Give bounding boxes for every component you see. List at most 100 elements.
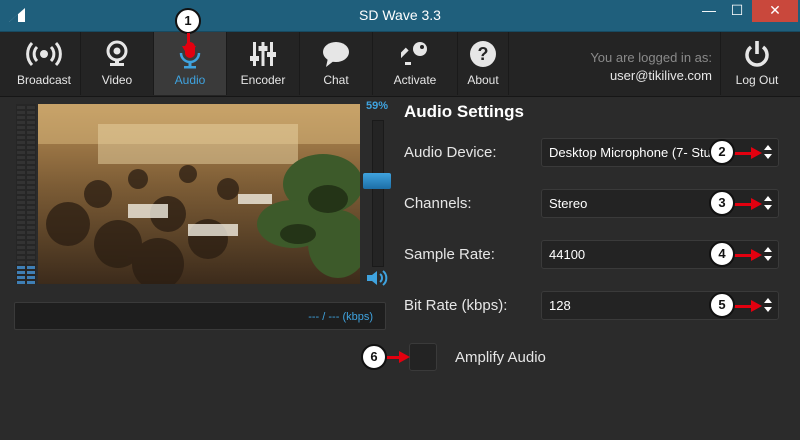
meter-segment	[17, 216, 25, 219]
meter-segment	[27, 146, 35, 149]
speaker-icon[interactable]	[367, 270, 389, 286]
meter-segment	[27, 276, 35, 279]
volume-track[interactable]	[372, 120, 384, 267]
meter-segment	[17, 186, 25, 189]
meter-segment	[17, 271, 25, 274]
broadcast-icon	[26, 41, 62, 67]
spinner-arrows-icon	[764, 196, 772, 210]
meter-segment	[27, 136, 35, 139]
meter-segment	[17, 106, 25, 109]
meter-segment	[27, 206, 35, 209]
close-button[interactable]: ✕	[752, 0, 798, 22]
logout-button[interactable]: Log Out	[720, 32, 793, 95]
meter-segment	[27, 176, 35, 179]
sliders-icon	[250, 42, 276, 66]
tab-encoder[interactable]: Encoder	[227, 32, 300, 95]
callout-6-arrow	[386, 351, 410, 363]
meter-segment	[17, 236, 25, 239]
tab-encoder-label: Encoder	[240, 73, 286, 87]
tab-about-label: About	[467, 73, 499, 87]
preview-image	[38, 104, 360, 284]
callout-1-arrowhead	[182, 46, 196, 58]
meter-segment	[27, 116, 35, 119]
meter-segment	[17, 116, 25, 119]
meter-segment	[17, 201, 25, 204]
maximize-button[interactable]: ☐	[724, 0, 750, 22]
key-icon	[401, 42, 427, 65]
meter-segment	[27, 181, 35, 184]
callout-3: 3	[709, 190, 735, 216]
sample-rate-value: 44100	[549, 247, 586, 262]
meter-segment	[27, 151, 35, 154]
tab-activate-label: Activate	[393, 73, 437, 87]
tab-activate[interactable]: Activate	[373, 32, 458, 95]
meter-segment	[27, 106, 35, 109]
meter-segment	[27, 191, 35, 194]
meter-segment	[27, 166, 35, 169]
meter-segment	[17, 261, 25, 264]
volume-percent: 59%	[365, 100, 389, 112]
meter-segment	[27, 251, 35, 254]
tab-about[interactable]: ? About	[458, 32, 509, 95]
main-toolbar: Broadcast Video Audio Encoder Chat Activ…	[0, 32, 800, 97]
tab-audio[interactable]: Audio	[154, 32, 227, 95]
sample-rate-label: Sample Rate:	[404, 246, 495, 263]
webcam-icon	[106, 40, 128, 66]
meter-segment	[27, 261, 35, 264]
meter-segment	[27, 236, 35, 239]
volume-thumb[interactable]	[363, 172, 391, 189]
meter-segment	[27, 281, 35, 284]
meter-segment	[17, 166, 25, 169]
meter-segment	[27, 196, 35, 199]
callout-4: 4	[709, 241, 735, 267]
meter-segment	[17, 226, 25, 229]
tab-broadcast-label: Broadcast	[16, 73, 72, 87]
tab-broadcast[interactable]: Broadcast	[8, 32, 81, 95]
callout-5: 5	[709, 292, 735, 318]
login-user: user@tikilive.com	[609, 68, 712, 83]
meter-segment	[27, 126, 35, 129]
minimize-button[interactable]: —	[694, 0, 724, 22]
channels-value: Stereo	[549, 196, 588, 211]
meter-segment	[27, 246, 35, 249]
audio-device-value: Desktop Microphone (7- Stud	[549, 145, 719, 160]
meter-segment	[27, 141, 35, 144]
meter-segment	[17, 196, 25, 199]
meter-segment	[17, 246, 25, 249]
meter-segment	[17, 251, 25, 254]
tab-video-label: Video	[101, 73, 133, 87]
meter-segment	[27, 231, 35, 234]
meter-segment	[27, 161, 35, 164]
meter-segment	[17, 206, 25, 209]
spinner-arrows-icon	[764, 145, 772, 159]
callout-2: 2	[709, 139, 735, 165]
meter-segment	[17, 156, 25, 159]
tab-chat-label: Chat	[323, 73, 349, 87]
meter-segment	[27, 156, 35, 159]
callout-6: 6	[361, 344, 387, 370]
tab-video[interactable]: Video	[81, 32, 154, 95]
power-icon	[745, 41, 769, 67]
meter-segment	[27, 241, 35, 244]
bit-rate-value: 128	[549, 298, 571, 313]
amplify-audio-checkbox[interactable]	[409, 343, 437, 371]
bit-rate-label: Bit Rate (kbps):	[404, 297, 508, 314]
audio-settings-heading: Audio Settings	[404, 102, 524, 121]
video-preview	[38, 104, 360, 284]
channels-label: Channels:	[404, 195, 472, 212]
meter-segment	[17, 131, 25, 134]
meter-segment	[27, 131, 35, 134]
meter-segment	[27, 186, 35, 189]
spinner-arrows-icon	[764, 247, 772, 261]
callout-4-arrow	[734, 249, 762, 261]
tab-chat[interactable]: Chat	[300, 32, 373, 95]
meter-segment	[27, 171, 35, 174]
bitrate-readout: --- / --- (kbps)	[14, 302, 386, 330]
meter-segment	[27, 211, 35, 214]
meter-segment	[17, 256, 25, 259]
meter-segment	[17, 266, 25, 269]
meter-segment	[27, 111, 35, 114]
meter-segment	[17, 151, 25, 154]
volume-slider[interactable]: 59%	[362, 100, 392, 290]
meter-segment	[27, 266, 35, 269]
